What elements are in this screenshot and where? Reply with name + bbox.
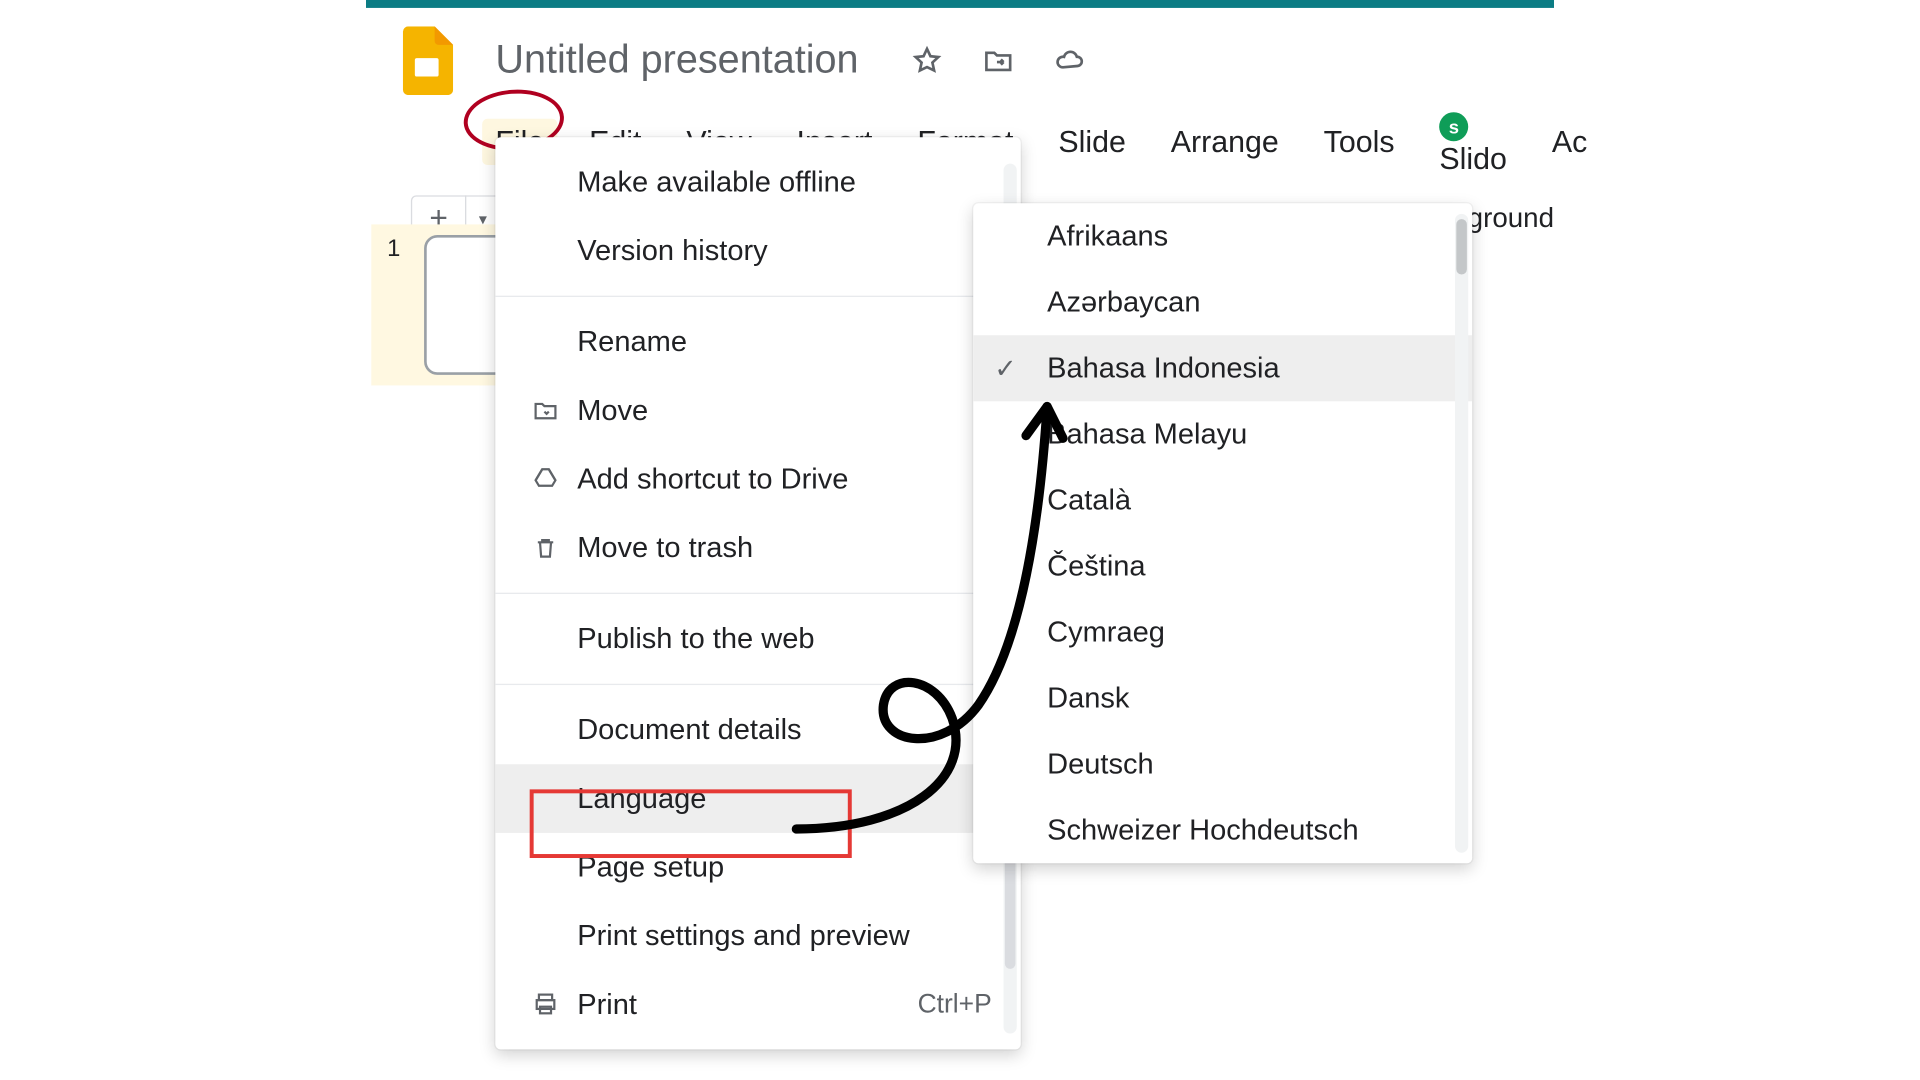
language-option[interactable]: Schweizer Hochdeutsch [973,797,1472,863]
language-option[interactable]: Afrikaans [973,203,1472,269]
menu-separator [495,684,1020,685]
language-label: Afrikaans [1047,219,1168,253]
language-option[interactable]: Bahasa Melayu [973,401,1472,467]
menu-truncated[interactable]: Ac [1539,118,1601,164]
folder-icon [524,397,566,423]
menu-item-label: Rename [577,325,991,359]
menu-arrange[interactable]: Arrange [1158,118,1292,164]
menu-item-label: Print settings and preview [577,919,991,953]
star-icon[interactable] [909,42,946,79]
slide-number: 1 [387,235,400,263]
file-menu-item[interactable]: Document details [495,696,1020,765]
menu-item-label: Add shortcut to Drive [577,462,991,496]
language-label: Bahasa Indonesia [1047,351,1280,385]
file-menu-item[interactable]: Move [495,376,1020,445]
menu-separator [495,593,1020,594]
language-label: Cymraeg [1047,615,1165,649]
menu-item-label: Move to trash [577,531,991,565]
file-menu-item[interactable]: Page setup [495,833,1020,902]
language-option[interactable]: ✓Bahasa Indonesia [973,335,1472,401]
menu-item-label: Document details [577,713,991,747]
file-menu-item[interactable]: Publish to the web [495,605,1020,674]
menu-item-label: Version history [577,234,977,268]
language-option[interactable]: Deutsch [973,731,1472,797]
language-label: Schweizer Hochdeutsch [1047,813,1359,847]
scrollbar-thumb[interactable] [1456,219,1467,274]
file-menu-item[interactable]: Move to trash [495,513,1020,582]
menu-item-label: Move [577,393,991,427]
menu-item-label: Language [577,781,977,815]
slido-badge-icon: s [1439,112,1468,141]
menu-item-label: Publish to the web [577,622,991,656]
menu-separator [495,296,1020,297]
language-label: Dansk [1047,681,1129,715]
trash-icon [524,535,566,561]
menu-item-label: Print [577,987,917,1021]
move-folder-icon[interactable] [980,42,1017,79]
file-menu-item[interactable]: Version history▸ [495,216,1020,285]
file-menu-item[interactable]: Make available offline [495,148,1020,217]
language-option[interactable]: Català [973,467,1472,533]
file-menu-item[interactable]: Add shortcut to Drive [495,445,1020,514]
slides-logo-icon [400,26,453,95]
language-option[interactable]: Azərbaycan [973,269,1472,335]
language-label: Català [1047,483,1131,517]
language-label: Čeština [1047,549,1145,583]
menu-item-label: Page setup [577,850,991,884]
menu-slido[interactable]: s Slido [1426,100,1520,182]
menu-item-label: Make available offline [577,165,991,199]
scrollbar[interactable] [1455,214,1468,853]
file-menu-item[interactable]: Language▸ [495,764,1020,833]
language-option[interactable]: Cymraeg [973,599,1472,665]
print-icon [524,991,566,1017]
file-menu-item[interactable]: PrintCtrl+P [495,970,1020,1039]
language-option[interactable]: Dansk [973,665,1472,731]
keyboard-shortcut: Ctrl+P [918,989,992,1019]
cloud-status-icon[interactable] [1051,42,1088,79]
file-menu-dropdown: Make available offline Version history▸ Re… [495,137,1020,1049]
language-submenu: AfrikaansAzərbaycan✓Bahasa IndonesiaBaha… [973,203,1472,863]
document-title[interactable]: Untitled presentation [495,38,858,83]
menu-slido-label: Slido [1439,141,1507,175]
language-label: Bahasa Melayu [1047,417,1247,451]
drive-icon [524,466,566,492]
titlebar: Untitled presentation [366,8,1554,95]
browser-tab-strip [366,0,1554,8]
language-option[interactable]: Čeština [973,533,1472,599]
file-menu-item[interactable]: Print settings and preview [495,902,1020,971]
language-label: Deutsch [1047,747,1154,781]
menu-tools[interactable]: Tools [1310,118,1407,164]
file-menu-item[interactable]: Rename [495,308,1020,377]
check-icon: ✓ [994,352,1047,385]
menu-slide[interactable]: Slide [1045,118,1139,164]
language-label: Azərbaycan [1047,285,1200,319]
